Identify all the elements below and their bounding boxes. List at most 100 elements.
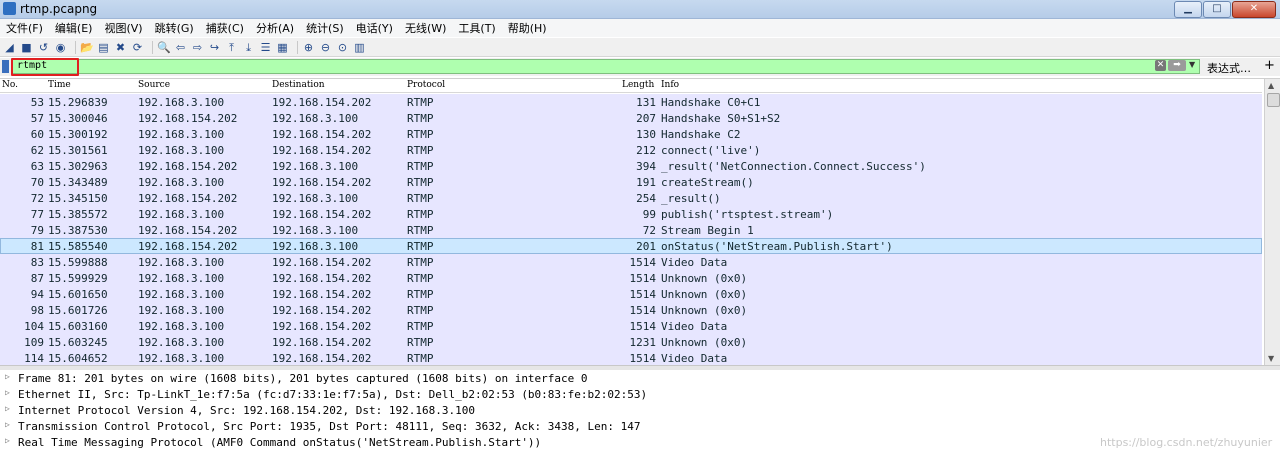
packet-cell-time: 15.387530 xyxy=(48,224,108,237)
menu-item-10[interactable]: 帮助(H) xyxy=(502,20,553,36)
packet-row[interactable]: 60 15.300192 192.168.3.100 192.168.154.202 R… xyxy=(0,126,1262,142)
packet-row[interactable]: 109 15.603245 192.168.3.100 192.168.154.202… xyxy=(0,334,1262,350)
packet-row[interactable]: 77 15.385572 192.168.3.100 192.168.154.202 R… xyxy=(0,206,1262,222)
packet-cell-no: 109 xyxy=(24,336,44,349)
menu-item-5[interactable]: 分析(A) xyxy=(250,20,300,36)
maximize-button[interactable]: □ xyxy=(1203,1,1231,18)
display-filter-input[interactable] xyxy=(12,59,1200,74)
add-filter-button[interactable]: + xyxy=(1264,58,1275,73)
expand-arrow-icon[interactable]: ▷ xyxy=(5,388,10,397)
menu-item-4[interactable]: 捕获(C) xyxy=(200,20,250,36)
col-header-protocol[interactable]: Protocol xyxy=(407,80,445,90)
back-icon[interactable]: ⇦ xyxy=(174,41,187,54)
packet-cell-proto: RTMP xyxy=(407,112,434,125)
col-header-source[interactable]: Source xyxy=(138,80,170,90)
reload-icon[interactable]: ⟳ xyxy=(131,41,144,54)
stop-icon[interactable]: ■ xyxy=(20,41,33,54)
col-header-time[interactable]: Time xyxy=(48,80,71,90)
packet-cell-len: 1514 xyxy=(629,352,657,365)
zoom-in-icon[interactable]: ⊕ xyxy=(302,41,315,54)
expression-button[interactable]: 表达式… xyxy=(1207,60,1251,76)
options-icon[interactable]: ◉ xyxy=(54,41,67,54)
first-icon[interactable]: ⤒ xyxy=(225,41,238,54)
packet-cell-src: 192.168.154.202 xyxy=(138,224,238,237)
packet-cell-len: 191 xyxy=(636,176,656,189)
col-header-destination[interactable]: Destination xyxy=(272,80,325,90)
col-header-no[interactable]: No. xyxy=(2,80,18,90)
menu-item-3[interactable]: 跳转(G) xyxy=(149,20,200,36)
scrollbar-thumb[interactable] xyxy=(1267,93,1280,107)
packet-row[interactable]: 63 15.302963 192.168.154.202 192.168.3.100 R… xyxy=(0,158,1262,174)
packet-cell-info: Unknown (0x0) xyxy=(661,336,748,349)
col-header-length[interactable]: Length xyxy=(622,80,654,90)
clear-filter-icon[interactable]: ✕ xyxy=(1155,60,1166,71)
packet-cell-no: 114 xyxy=(24,352,44,365)
close-file-icon[interactable]: ✖ xyxy=(114,41,127,54)
col-header-info[interactable]: Info xyxy=(661,80,679,90)
save-icon[interactable]: ▤ xyxy=(97,41,110,54)
open-icon[interactable]: 📂 xyxy=(80,41,94,54)
packet-row[interactable]: 98 15.601726 192.168.3.100 192.168.154.202 R… xyxy=(0,302,1262,318)
menu-item-1[interactable]: 编辑(E) xyxy=(49,20,99,36)
zoom-out-icon[interactable]: ⊖ xyxy=(319,41,332,54)
scroll-up-icon[interactable]: ▲ xyxy=(1268,81,1274,90)
packet-row[interactable]: 72 15.345150 192.168.154.202 192.168.3.100 R… xyxy=(0,190,1262,206)
filter-bookmark-icon[interactable] xyxy=(2,60,9,73)
expand-arrow-icon[interactable]: ▷ xyxy=(5,372,10,381)
expand-arrow-icon[interactable]: ▷ xyxy=(5,404,10,413)
last-icon[interactable]: ⤓ xyxy=(242,41,255,54)
goto-icon[interactable]: ↪ xyxy=(208,41,221,54)
packet-row[interactable]: 70 15.343489 192.168.3.100 192.168.154.202 R… xyxy=(0,174,1262,190)
filter-history-dropdown-icon[interactable]: ▼ xyxy=(1189,60,1195,69)
menu-item-0[interactable]: 文件(F) xyxy=(0,20,49,36)
detail-tree-item[interactable]: ▷ Frame 81: 201 bytes on wire (1608 bits)… xyxy=(0,371,1280,387)
packet-cell-info: Stream Begin 1 xyxy=(661,224,754,237)
display-filter-value[interactable]: rtmpt xyxy=(17,60,47,71)
forward-icon[interactable]: ⇨ xyxy=(191,41,204,54)
packet-row[interactable]: 62 15.301561 192.168.3.100 192.168.154.202 R… xyxy=(0,142,1262,158)
packet-cell-src: 192.168.3.100 xyxy=(138,352,225,365)
apply-filter-icon[interactable]: ➡ xyxy=(1168,60,1186,71)
packet-cell-proto: RTMP xyxy=(407,160,434,173)
packet-cell-dst: 192.168.154.202 xyxy=(272,208,372,221)
packet-cell-time: 15.603160 xyxy=(48,320,108,333)
packet-cell-len: 1514 xyxy=(629,320,657,333)
detail-tree-item[interactable]: ▷ Internet Protocol Version 4, Src: 192.1… xyxy=(0,403,1280,419)
packet-row[interactable]: 83 15.599888 192.168.3.100 192.168.154.202 R… xyxy=(0,254,1262,270)
menu-item-8[interactable]: 无线(W) xyxy=(399,20,452,36)
restart-icon[interactable]: ↺ xyxy=(37,41,50,54)
packet-row[interactable]: 79 15.387530 192.168.154.202 192.168.3.100 R… xyxy=(0,222,1262,238)
packet-row[interactable]: 114 15.604652 192.168.3.100 192.168.154.202… xyxy=(0,350,1262,366)
detail-tree-item[interactable]: ▷ Ethernet II, Src: Tp-LinkT_1e:f7:5a (fc… xyxy=(0,387,1280,403)
packet-cell-len: 1514 xyxy=(629,272,657,285)
scroll-down-icon[interactable]: ▼ xyxy=(1268,354,1274,363)
packet-row[interactable]: 104 15.603160 192.168.3.100 192.168.154.202… xyxy=(0,318,1262,334)
resize-columns-icon[interactable]: ▥ xyxy=(353,41,366,54)
menu-item-7[interactable]: 电话(Y) xyxy=(350,20,399,36)
packet-row[interactable]: 87 15.599929 192.168.3.100 192.168.154.202 R… xyxy=(0,270,1262,286)
detail-tree-item[interactable]: ▷ Transmission Control Protocol, Src Port… xyxy=(0,419,1280,435)
menu-item-6[interactable]: 统计(S) xyxy=(300,20,350,36)
detail-tree-item[interactable]: ▷ Real Time Messaging Protocol (AMF0 Comm… xyxy=(0,435,1280,451)
menu-item-2[interactable]: 视图(V) xyxy=(98,20,148,36)
packet-row[interactable]: 53 15.296839 192.168.3.100 192.168.154.202 R… xyxy=(0,94,1262,110)
packet-row[interactable]: 94 15.601650 192.168.3.100 192.168.154.202 R… xyxy=(0,286,1262,302)
zoom-reset-icon[interactable]: ⊙ xyxy=(336,41,349,54)
shark-fin-icon[interactable]: ◢ xyxy=(3,41,16,54)
packet-cell-no: 53 xyxy=(30,96,44,109)
expand-arrow-icon[interactable]: ▷ xyxy=(5,420,10,429)
find-icon[interactable]: 🔍 xyxy=(157,41,171,54)
close-button[interactable]: ✕ xyxy=(1232,1,1276,18)
packet-row[interactable]: 81 15.585540 192.168.154.202 192.168.3.100 R… xyxy=(0,238,1262,254)
autoscroll-icon[interactable]: ☰ xyxy=(259,41,272,54)
minimize-button[interactable]: ▁ xyxy=(1174,1,1202,18)
packet-cell-len: 99 xyxy=(642,208,656,221)
packet-cell-proto: RTMP xyxy=(407,128,434,141)
colorize-icon[interactable]: ▦ xyxy=(276,41,289,54)
menu-item-9[interactable]: 工具(T) xyxy=(452,20,501,36)
packet-row[interactable]: 57 15.300046 192.168.154.202 192.168.3.100 R… xyxy=(0,110,1262,126)
packet-list-scrollbar[interactable]: ▲ ▼ xyxy=(1264,79,1280,365)
packet-cell-info: Video Data xyxy=(661,256,728,269)
title-bar: rtmp.pcapng ▁ □ ✕ xyxy=(0,0,1280,19)
expand-arrow-icon[interactable]: ▷ xyxy=(5,436,10,445)
